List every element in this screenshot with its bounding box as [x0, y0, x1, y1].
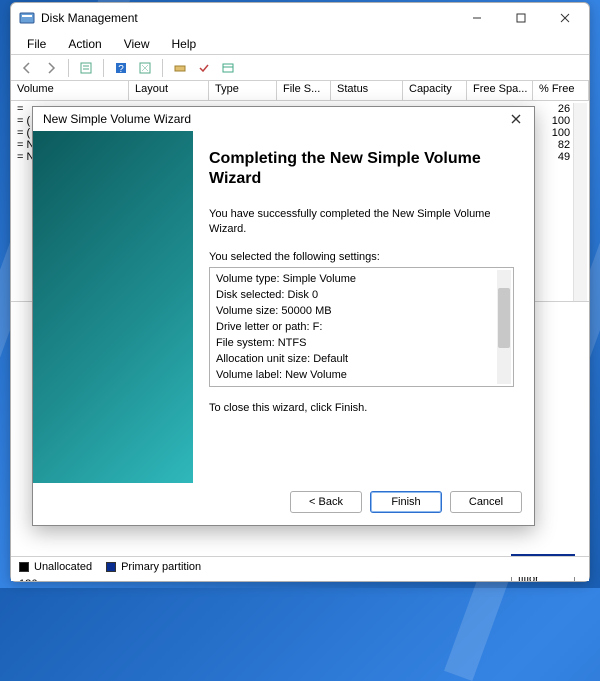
close-button[interactable]	[543, 3, 587, 33]
legend-primary: Primary partition	[106, 561, 201, 573]
list-icon[interactable]	[218, 58, 238, 78]
swatch-unallocated	[19, 562, 29, 572]
col-layout[interactable]: Layout	[129, 81, 209, 100]
col-type[interactable]: Type	[209, 81, 277, 100]
check-icon[interactable]	[194, 58, 214, 78]
col-filesystem[interactable]: File S...	[277, 81, 331, 100]
wizard-close-hint: To close this wizard, click Finish.	[209, 401, 514, 416]
dialog-buttons: < Back Finish Cancel	[33, 483, 534, 525]
titlebar: Disk Management	[11, 3, 589, 33]
volume-list-header: Volume Layout Type File S... Status Capa…	[11, 81, 589, 101]
back-button[interactable]: < Back	[290, 491, 362, 513]
legend-unallocated: Unallocated	[19, 561, 92, 573]
wizard-heading: Completing the New Simple Volume Wizard	[209, 149, 514, 189]
menubar: File Action View Help	[11, 33, 589, 55]
nav-forward-icon[interactable]	[41, 58, 61, 78]
properties-icon[interactable]	[76, 58, 96, 78]
col-volume[interactable]: Volume	[11, 81, 129, 100]
help-icon[interactable]: ?	[111, 58, 131, 78]
menu-view[interactable]: View	[114, 35, 160, 54]
dialog-title: New Simple Volume Wizard	[43, 112, 504, 126]
minimize-button[interactable]	[455, 3, 499, 33]
wizard-complete-text: You have successfully completed the New …	[209, 207, 514, 238]
refresh-icon[interactable]	[135, 58, 155, 78]
col-capacity[interactable]: Capacity	[403, 81, 467, 100]
menu-help[interactable]: Help	[162, 35, 207, 54]
window-title: Disk Management	[41, 11, 455, 25]
col-pctfree[interactable]: % Free	[533, 81, 589, 100]
settings-scroll-thumb[interactable]	[498, 288, 510, 348]
maximize-button[interactable]	[499, 3, 543, 33]
wizard-side-graphic	[33, 131, 193, 483]
menu-action[interactable]: Action	[58, 35, 111, 54]
cancel-button[interactable]: Cancel	[450, 491, 522, 513]
new-simple-volume-wizard-dialog: New Simple Volume Wizard Completing the …	[32, 106, 535, 526]
dialog-titlebar: New Simple Volume Wizard	[33, 107, 534, 131]
legend: Unallocated Primary partition	[11, 556, 589, 577]
app-icon	[19, 10, 35, 26]
col-status[interactable]: Status	[331, 81, 403, 100]
nav-back-icon[interactable]	[17, 58, 37, 78]
wizard-settings-box[interactable]: Volume type: Simple Volume Disk selected…	[209, 267, 514, 387]
action-icon[interactable]	[170, 58, 190, 78]
wizard-settings-label: You selected the following settings:	[209, 250, 514, 265]
toolbar: ?	[11, 55, 589, 81]
dialog-body: Completing the New Simple Volume Wizard …	[33, 131, 534, 483]
svg-text:?: ?	[118, 64, 124, 75]
col-freespace[interactable]: Free Spa...	[467, 81, 533, 100]
finish-button[interactable]: Finish	[370, 491, 442, 513]
wizard-main: Completing the New Simple Volume Wizard …	[193, 131, 534, 483]
swatch-primary	[106, 562, 116, 572]
menu-file[interactable]: File	[17, 35, 56, 54]
dialog-close-button[interactable]	[504, 108, 528, 130]
